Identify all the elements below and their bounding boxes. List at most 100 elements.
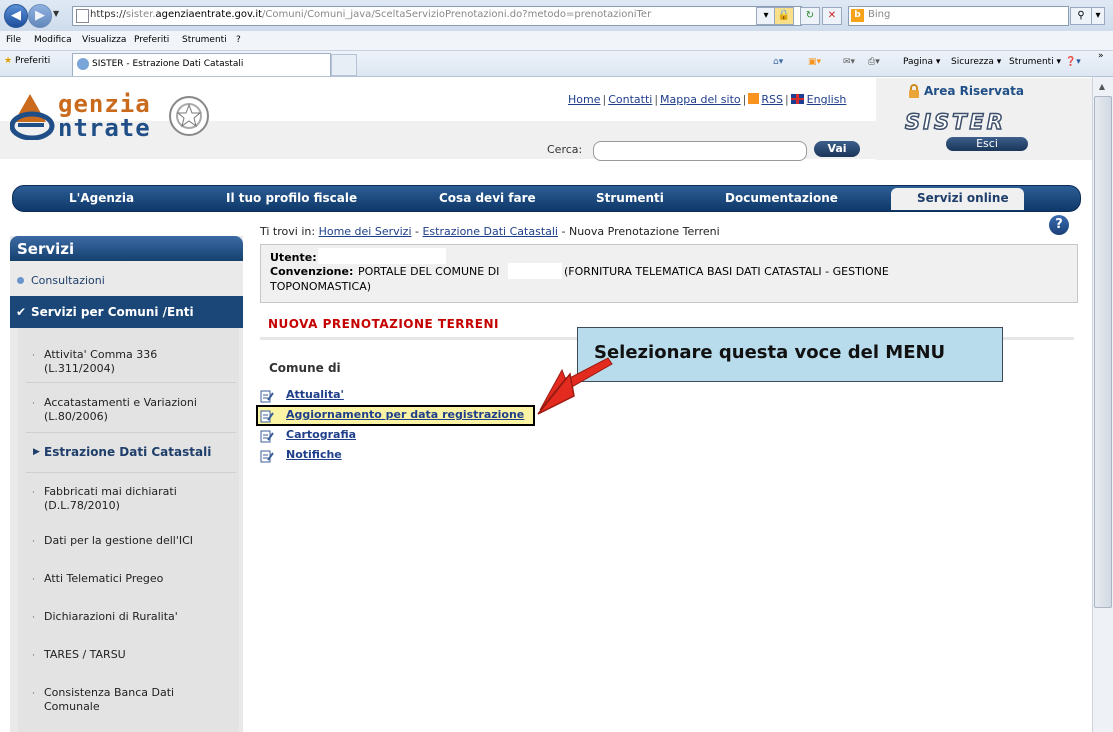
sidebar-item-ici[interactable]: Dati per la gestione dell'ICI [44, 534, 244, 548]
sidebar-item-consistenza[interactable]: Consistenza Banca Dati Comunale [44, 686, 194, 714]
menu-strumenti[interactable]: Strumenti [182, 35, 227, 45]
contatti-link[interactable]: Contatti [608, 93, 652, 106]
address-text[interactable]: https://sister.agenziaentrate.gov.it/Com… [90, 9, 651, 20]
agenzia-logo-icon[interactable] [10, 92, 56, 140]
chevron-right-icon[interactable]: » [1098, 51, 1104, 61]
site-search-input[interactable] [593, 141, 807, 161]
triangle-right-icon: ▶ [33, 447, 40, 457]
convenzione-text-2: (FORNITURA TELEMATICA BASI DATI CATASTAL… [564, 265, 889, 278]
address-scheme: https:// [90, 9, 126, 20]
security-menu[interactable]: Sicurezza ▾ [951, 57, 1001, 67]
convenzione-label: Convenzione: [270, 265, 354, 278]
comune-name-redacted [508, 263, 562, 279]
sidebar-item-ruralita[interactable]: Dichiarazioni di Ruralita' [44, 610, 244, 624]
convenzione-text-3: TOPONOMASTICA) [270, 280, 372, 293]
sidebar-item-fabbricati[interactable]: Fabbricati mai dichiarati (D.L.78/2010) [44, 485, 194, 513]
menu-help[interactable]: ? [236, 35, 241, 45]
print-icon[interactable]: ⎙▾ [868, 57, 880, 67]
divider [26, 382, 236, 383]
comune-label: Comune di [269, 361, 341, 375]
link-notifiche[interactable]: Notifiche [286, 448, 342, 461]
home-link[interactable]: Home [568, 93, 600, 106]
bullet-icon: · [32, 689, 35, 699]
mail-icon[interactable]: ✉▾ [843, 57, 855, 67]
lock-icon[interactable]: 🔒 [774, 7, 794, 25]
document-edit-icon [260, 410, 274, 423]
sidebar-item-accatastamenti[interactable]: Accatastamenti e Variazioni (L.80/2006) [44, 396, 214, 424]
back-icon[interactable]: ◀ [4, 4, 28, 28]
arrow-icon [537, 357, 613, 415]
sidebar-item-pregeo[interactable]: Atti Telematici Pregeo [44, 572, 244, 586]
english-link[interactable]: English [807, 93, 847, 106]
history-dropdown-icon[interactable]: ▼ [53, 9, 59, 18]
bullet-icon: · [32, 488, 35, 498]
browser-search-placeholder: Bing [868, 9, 891, 20]
address-dropdown-icon[interactable]: ▾ [756, 7, 776, 25]
new-tab-button[interactable] [331, 54, 357, 76]
scroll-thumb[interactable] [1094, 96, 1112, 608]
area-riservata-label: Area Riservata [924, 84, 1024, 98]
link-aggiornamento-data-registrazione[interactable]: Aggiornamento per data registrazione [286, 408, 524, 421]
help-menu-icon[interactable]: ❓▾ [1065, 57, 1081, 67]
sidebar-item-comma336[interactable]: Attivita' Comma 336 (L.311/2004) [44, 348, 184, 376]
sidebar-comuni-label: Servizi per Comuni /Enti [31, 305, 194, 319]
document-edit-icon [260, 430, 274, 443]
logo-text-entrate: ntrate [58, 114, 151, 142]
sidebar-item-tares[interactable]: TARES / TARSU [44, 648, 244, 662]
sitemap-link[interactable]: Mappa del sito [660, 93, 741, 106]
convenzione-text: PORTALE DEL COMUNE DI [358, 265, 500, 278]
address-host-prefix: sister. [125, 9, 156, 20]
feeds-icon[interactable]: ▣▾ [808, 57, 821, 67]
nav-agenzia[interactable]: L'Agenzia [69, 191, 134, 205]
scroll-up-icon[interactable]: ▲ [1094, 79, 1110, 94]
menu-visualizza[interactable]: Visualizza [82, 35, 126, 45]
rss-link[interactable]: RSS [761, 93, 783, 106]
tools-menu[interactable]: Strumenti ▾ [1009, 57, 1061, 67]
sidebar-title: Servizi [17, 240, 75, 258]
utente-value-redacted [318, 248, 446, 264]
menu-file[interactable]: File [6, 35, 21, 45]
search-options-icon[interactable]: ▾ [1091, 7, 1105, 25]
sidebar-consultazioni-label: Consultazioni [31, 274, 105, 287]
link-cartografia[interactable]: Cartografia [286, 428, 356, 441]
tab-title: SISTER - Estrazione Dati Catastali [92, 59, 244, 69]
favorites-button[interactable]: ★ Preferiti [4, 56, 50, 66]
esci-button[interactable]: Esci [946, 137, 1028, 151]
address-host: agenziaentrate.gov.it [155, 9, 263, 20]
search-icon[interactable]: ⚲ [1070, 7, 1092, 25]
breadcrumb-current: Nuova Prenotazione Terreni [568, 225, 720, 238]
nav-documentazione[interactable]: Documentazione [725, 191, 838, 205]
nav-strumenti[interactable]: Strumenti [596, 191, 664, 205]
menu-modifica[interactable]: Modifica [34, 35, 72, 45]
vai-button[interactable]: Vai [814, 141, 860, 157]
home-icon[interactable]: ⌂▾ [773, 57, 783, 67]
bullet-icon: · [32, 537, 35, 547]
stop-icon[interactable]: ✕ [822, 7, 842, 25]
site-search-label: Cerca: [547, 143, 583, 156]
sidebar-item-estrazione[interactable]: Estrazione Dati Catastali [44, 445, 211, 459]
checkmark-icon: ✔ [16, 305, 27, 319]
document-edit-icon [260, 390, 274, 403]
utente-label: Utente: [270, 251, 317, 264]
nav-profilo-fiscale[interactable]: Il tuo profilo fiscale [226, 191, 357, 205]
page-menu[interactable]: Pagina ▾ [903, 57, 940, 67]
help-icon[interactable]: ? [1049, 215, 1069, 235]
sister-logo: SISTER [904, 109, 1006, 135]
bullet-icon: · [32, 351, 35, 361]
bullet-icon: · [32, 575, 35, 585]
refresh-icon[interactable]: ↻ [800, 7, 820, 25]
bullet-icon [17, 277, 24, 284]
bullet-icon: · [32, 651, 35, 661]
document-edit-icon [260, 450, 274, 463]
nav-cosa-devi-fare[interactable]: Cosa devi fare [439, 191, 536, 205]
menu-bar: File Modifica Visualizza Preferiti Strum… [0, 31, 1113, 51]
menu-preferiti[interactable]: Preferiti [134, 35, 169, 45]
forward-icon[interactable]: ▶ [28, 4, 52, 28]
breadcrumb-home-servizi[interactable]: Home dei Servizi [319, 225, 412, 238]
favorites-label: Preferiti [14, 56, 51, 66]
page-icon [76, 9, 89, 23]
bullet-icon: · [32, 399, 35, 409]
link-attualita[interactable]: Attualita' [286, 388, 344, 401]
nav-servizi-online-label: Servizi online [917, 191, 1009, 205]
breadcrumb-estrazione[interactable]: Estrazione Dati Catastali [422, 225, 558, 238]
